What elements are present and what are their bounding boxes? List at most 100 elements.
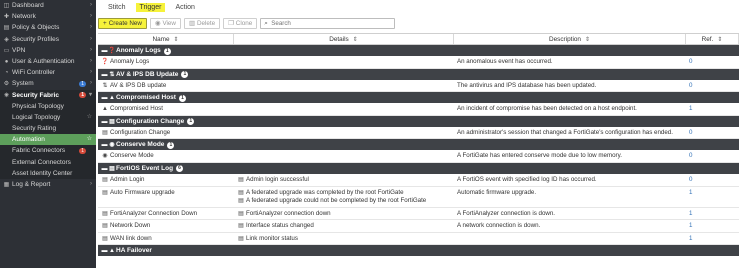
cell-ref-count[interactable]: 0 xyxy=(686,174,739,186)
column-menu-icon[interactable]: ⇕ xyxy=(717,37,722,43)
table-row[interactable]: ▲ Compromised Host An incident of compromi… xyxy=(98,103,739,116)
clone-button[interactable]: ❐ Clone xyxy=(223,17,258,29)
column-menu-icon[interactable]: ⇕ xyxy=(585,37,590,43)
notification-badge: 1 xyxy=(79,91,86,99)
table-row[interactable]: ▤ FortiAnalyzer Connection Down ▤ FortiAnal… xyxy=(98,208,739,221)
cell-name: ❓Anomaly Logs xyxy=(98,56,234,68)
collapse-icon[interactable]: ▬ xyxy=(101,140,108,151)
collapse-icon[interactable]: ▬ xyxy=(101,246,108,257)
log-report-icon: ▦ xyxy=(3,182,10,188)
notification-badge: 1 xyxy=(79,80,86,88)
cell-details: ▤ Link monitor status xyxy=(234,233,454,245)
sidebar-subitem-logical-topology[interactable]: Logical Topology ☆ xyxy=(0,111,96,124)
detail-text: A federated upgrade was completed by the… xyxy=(246,188,404,196)
sidebar-subitem-asset-identity-center[interactable]: Asset Identity Center xyxy=(0,167,96,179)
cell-ref-count[interactable]: 0 xyxy=(686,127,739,139)
trigger-name: AV & IPS DB update xyxy=(110,81,167,89)
sidebar-subitem-fabric-connectors[interactable]: Fabric Connectors 1 xyxy=(0,145,96,157)
collapse-icon[interactable]: ▬ xyxy=(101,164,108,175)
delete-button[interactable]: ▥ Delete xyxy=(183,17,221,29)
collapse-icon[interactable]: ▬ xyxy=(101,70,108,81)
sidebar-subitem-security-rating[interactable]: Security Rating xyxy=(0,123,96,135)
column-menu-icon[interactable]: ⇕ xyxy=(353,37,358,43)
favorite-star-icon[interactable]: ☆ xyxy=(87,134,92,145)
chevron-down-icon: ▾ xyxy=(88,91,92,98)
sidebar-item-policy[interactable]: ▤ Policy & Objects › xyxy=(0,22,96,33)
detail-line: ▤ FortiAnalyzer connection down xyxy=(237,208,454,220)
table-row[interactable]: ▤ Configuration Change An administrator's … xyxy=(98,127,739,140)
sidebar-subitem-external-connectors[interactable]: External Connectors xyxy=(0,156,96,168)
table-row[interactable]: ⇅ AV & IPS DB update The antivirus and IPS… xyxy=(98,80,739,93)
group-header[interactable]: ▬ ▤FortiOS Event Log 6 xyxy=(98,162,739,175)
sidebar-item-label: Log & Report xyxy=(12,181,51,188)
group-header[interactable]: ▬ ▲HA Failover xyxy=(98,245,739,257)
trigger-type-icon: ▤ xyxy=(102,129,108,136)
table-row[interactable]: ▤ Admin Login ▤ Admin login successful A For… xyxy=(98,174,739,187)
trigger-type-icon: ❓ xyxy=(101,59,109,65)
collapse-icon[interactable]: ▬ xyxy=(101,117,108,128)
table-row[interactable]: ❓Anomaly Logs An anomalous event has occu… xyxy=(98,56,739,69)
cell-ref-count[interactable]: 1 xyxy=(686,103,739,115)
sidebar-subitem-label: Asset Identity Center xyxy=(12,169,73,177)
column-menu-icon[interactable]: ⇕ xyxy=(174,37,179,43)
cell-details: ▤ Interface status changed xyxy=(234,220,454,232)
column-header-details[interactable]: Details ⇕ xyxy=(234,34,454,44)
chevron-right-icon: › xyxy=(90,80,92,87)
sidebar-subitem-label: External Connectors xyxy=(12,158,71,166)
detail-line: ▤ A federated upgrade could not be comple… xyxy=(237,197,454,205)
cell-name: ▤ Auto Firmware upgrade xyxy=(98,187,234,207)
collapse-icon[interactable]: ▬ xyxy=(101,46,108,57)
sidebar-item-vpn[interactable]: ▭ VPN › xyxy=(0,45,96,56)
group-header[interactable]: ▬ ⇅AV & IPS DB Update 1 xyxy=(98,68,739,81)
trigger-type-icon: ▲ xyxy=(102,106,108,113)
table-row[interactable]: ◉ Conserve Mode A FortiGate has entered co… xyxy=(98,150,739,163)
favorite-star-icon[interactable]: ☆ xyxy=(87,112,92,123)
sidebar-item-network[interactable]: ✚ Network › xyxy=(0,11,96,22)
sidebar-item-wifi[interactable]: ◔ WiFi Controller › xyxy=(0,67,96,78)
table-row[interactable]: ▤ Network Down ▤ Interface status changed A … xyxy=(98,220,739,233)
detail-text: Link monitor status xyxy=(246,234,298,242)
column-header-ref-label: Ref. xyxy=(701,36,714,43)
group-header[interactable]: ▬ ▲Compromised Host 1 xyxy=(98,92,739,104)
create-new-button[interactable]: + Create New xyxy=(98,17,147,29)
log-icon: ▤ xyxy=(238,235,244,242)
trigger-name: Configuration Change xyxy=(110,128,171,136)
cell-ref-count[interactable]: 0 xyxy=(686,56,739,68)
sidebar-subitem-automation[interactable]: Automation ☆ xyxy=(0,134,96,146)
sidebar-item-label: WiFi Controller xyxy=(12,69,55,77)
cell-ref-count[interactable]: 1 xyxy=(686,220,739,232)
cell-details xyxy=(234,150,454,162)
trigger-type-icon: ❓ xyxy=(108,48,116,54)
sidebar-subitem-label: Physical Topology xyxy=(12,102,64,110)
sidebar-item-security-fabric[interactable]: ✳ Security Fabric 1 ▾ xyxy=(0,89,96,101)
toolbar: + Create New ◉ View ▥ Delete ❐ Clone ⌕ xyxy=(98,17,396,29)
delete-label: Delete xyxy=(196,19,216,27)
group-header[interactable]: ▬ ◉Conserve Mode 1 xyxy=(98,139,739,151)
table-row[interactable]: ▤ Auto Firmware upgrade ▤ A federated upgra… xyxy=(98,187,739,208)
cell-ref-count[interactable]: 1 xyxy=(686,233,739,245)
sidebar-item-dashboard[interactable]: ◫ Dashboard › xyxy=(0,0,96,11)
cell-ref-count[interactable]: 1 xyxy=(686,187,739,207)
collapse-icon[interactable]: ▬ xyxy=(101,93,108,104)
sidebar-item-security-profiles[interactable]: ◈ Security Profiles › xyxy=(0,34,96,45)
tab-trigger[interactable]: Trigger xyxy=(135,2,166,12)
tab-action[interactable]: Action xyxy=(171,3,198,12)
group-count-badge: 1 xyxy=(163,47,171,55)
cell-ref-count[interactable]: 1 xyxy=(686,208,739,220)
column-header-name[interactable]: Name ⇕ xyxy=(98,34,234,44)
column-header-description[interactable]: Description ⇕ xyxy=(454,34,686,44)
cell-ref-count[interactable]: 0 xyxy=(686,80,739,92)
sidebar-item-log-report[interactable]: ▦ Log & Report › xyxy=(0,179,96,190)
sidebar-subitem-physical-topology[interactable]: Physical Topology xyxy=(0,100,96,112)
group-header[interactable]: ▬❓Anomaly Logs 1 xyxy=(98,45,739,56)
search-input[interactable] xyxy=(271,18,394,28)
cell-ref-count[interactable]: 0 xyxy=(686,150,739,162)
column-header-ref[interactable]: Ref. ⇕ xyxy=(686,34,739,44)
sidebar-item-user[interactable]: ● User & Authentication › xyxy=(0,56,96,67)
group-header[interactable]: ▬ ▤Configuration Change 1 xyxy=(98,115,739,128)
sidebar-item-label: Network xyxy=(12,13,36,21)
table-row[interactable]: ▤ WAN link down ▤ Link monitor status 1 xyxy=(98,233,739,246)
view-button[interactable]: ◉ View xyxy=(149,17,181,29)
tab-stitch[interactable]: Stitch xyxy=(104,3,130,12)
sidebar-item-system[interactable]: ⚙ System 1 › xyxy=(0,78,96,89)
